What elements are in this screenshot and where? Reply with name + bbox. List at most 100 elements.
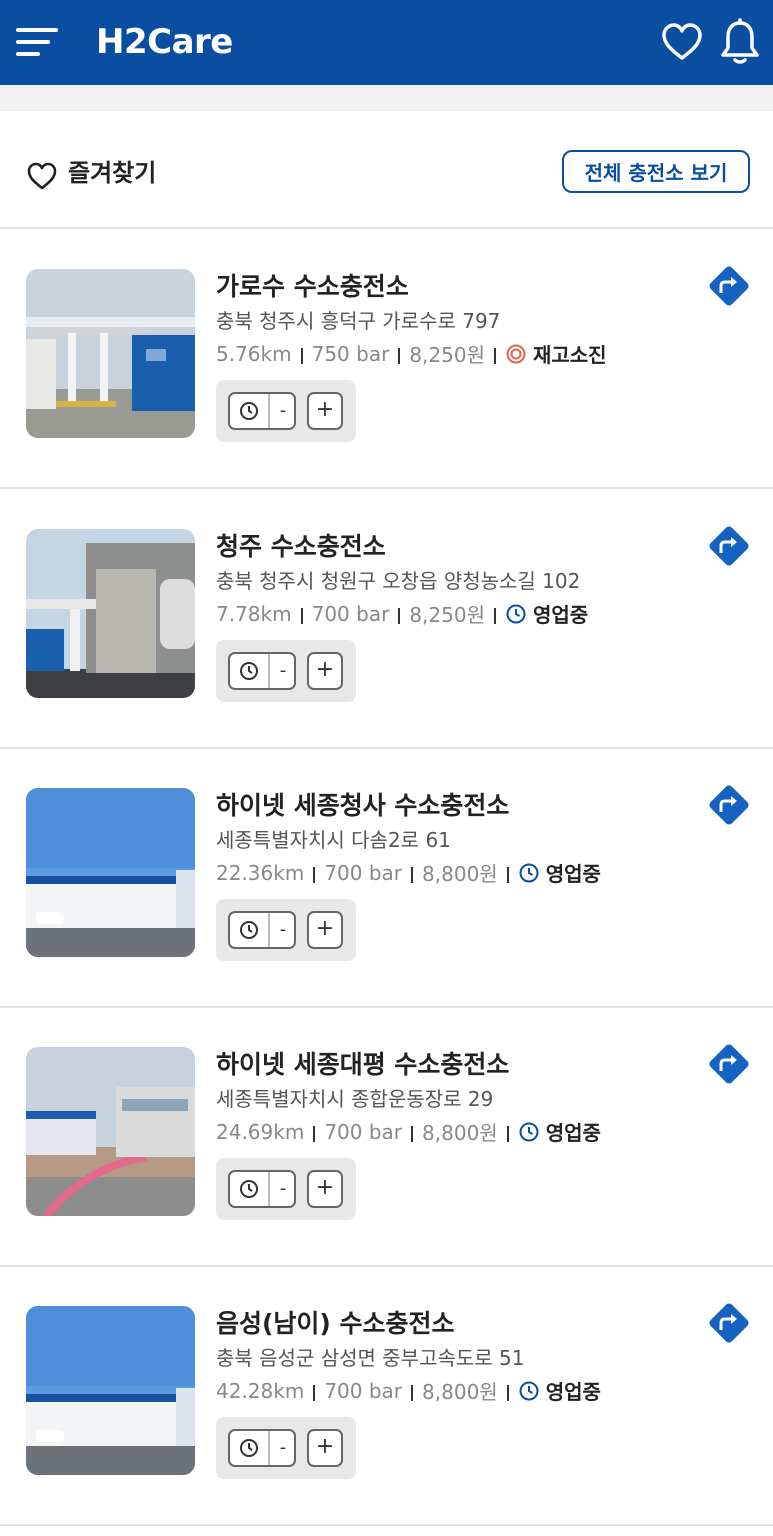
station-card[interactable]: 청주 수소충전소 충북 청주시 청원구 오창읍 양청농소길 102 7.78km… <box>0 489 773 749</box>
minus-button[interactable]: - <box>268 1431 296 1465</box>
station-card[interactable]: 하이넷 세종대평 수소충전소 세종특별자치시 종합운동장로 29 24.69km… <box>0 1007 773 1267</box>
station-address: 세종특별자치시 다솜2로 61 <box>216 828 451 852</box>
plus-button[interactable]: + <box>307 392 343 430</box>
station-name: 하이넷 세종대평 수소충전소 <box>216 1050 510 1079</box>
minus-button[interactable]: - <box>268 394 296 428</box>
station-meta: 5.76km 750 bar 8,250원 재고소진 <box>216 339 607 368</box>
station-distance: 42.28km <box>216 1378 305 1403</box>
station-address: 충북 청주시 청원구 오창읍 양청농소길 102 <box>216 569 581 593</box>
station-pressure: 700 bar <box>324 1378 403 1403</box>
schedule-stepper: - <box>228 652 296 690</box>
divider <box>313 1125 316 1142</box>
directions-icon[interactable] <box>706 523 752 569</box>
schedule-button[interactable] <box>230 394 268 428</box>
station-price: 8,800원 <box>422 1121 498 1145</box>
station-price: 8,250원 <box>409 603 485 627</box>
station-distance: 5.76km <box>216 341 292 366</box>
station-photo <box>26 1047 195 1216</box>
clock-icon <box>240 402 258 420</box>
clock-icon <box>506 604 526 623</box>
station-price: 8,250원 <box>409 343 485 367</box>
station-photo <box>26 269 195 438</box>
divider <box>313 1384 316 1401</box>
station-distance: 7.78km <box>216 601 292 626</box>
station-controls: - + <box>216 1158 356 1220</box>
station-name: 청주 수소충전소 <box>216 532 386 561</box>
bell-icon[interactable] <box>718 18 762 66</box>
schedule-button[interactable] <box>230 654 268 688</box>
clock-icon <box>519 1122 539 1141</box>
station-name: 음성(남이) 수소충전소 <box>216 1309 455 1338</box>
clock-icon <box>519 863 539 882</box>
divider <box>493 347 496 364</box>
station-status: 재고소진 <box>505 339 607 368</box>
station-pressure: 700 bar <box>311 601 390 626</box>
divider <box>506 866 509 883</box>
favorites-panel: 즐겨찾기 전체 충전소 보기 가로수 수소충전소 충북 청주시 흥덕구 가로수로… <box>0 111 773 1536</box>
plus-button[interactable]: + <box>307 911 343 949</box>
minus-button[interactable]: - <box>268 654 296 688</box>
station-meta: 24.69km 700 bar 8,800원 영업중 <box>216 1117 601 1146</box>
plus-button[interactable]: + <box>307 1170 343 1208</box>
divider <box>411 1384 414 1401</box>
station-distance: 24.69km <box>216 1119 305 1144</box>
favorites-header: 즐겨찾기 전체 충전소 보기 <box>0 111 773 229</box>
minus-button[interactable]: - <box>268 1172 296 1206</box>
hamburger-menu-icon[interactable] <box>16 28 60 58</box>
station-pressure: 700 bar <box>324 1119 403 1144</box>
app-logo: H2Care <box>96 22 233 62</box>
station-status-label: 영업중 <box>532 603 589 627</box>
out-of-stock-icon <box>506 344 526 363</box>
station-address: 세종특별자치시 종합운동장로 29 <box>216 1087 494 1111</box>
schedule-stepper: - <box>228 911 296 949</box>
station-status: 영업중 <box>505 599 588 628</box>
divider <box>398 607 401 624</box>
station-meta: 42.28km 700 bar 8,800원 영업중 <box>216 1376 601 1405</box>
station-photo <box>26 788 195 957</box>
station-pressure: 750 bar <box>311 341 390 366</box>
app-header: H2Care <box>0 0 773 85</box>
directions-icon[interactable] <box>706 1300 752 1346</box>
station-controls: - + <box>216 1417 356 1479</box>
clock-icon <box>240 662 258 680</box>
station-distance: 22.36km <box>216 860 305 885</box>
favorites-title: 즐겨찾기 <box>68 159 157 187</box>
schedule-stepper: - <box>228 1429 296 1467</box>
schedule-stepper: - <box>228 1170 296 1208</box>
heart-outline-icon <box>27 162 57 190</box>
station-address: 충북 음성군 삼성면 중부고속도로 51 <box>216 1346 525 1370</box>
schedule-button[interactable] <box>230 1431 268 1465</box>
schedule-button[interactable] <box>230 913 268 947</box>
station-meta: 22.36km 700 bar 8,800원 영업중 <box>216 858 601 887</box>
schedule-stepper: - <box>228 392 296 430</box>
view-all-stations-button[interactable]: 전체 충전소 보기 <box>562 150 750 193</box>
station-status: 영업중 <box>518 1117 601 1146</box>
clock-icon <box>519 1381 539 1400</box>
directions-icon[interactable] <box>706 263 752 309</box>
station-controls: - + <box>216 640 356 702</box>
plus-button[interactable]: + <box>307 1429 343 1467</box>
station-price: 8,800원 <box>422 1380 498 1404</box>
divider <box>398 347 401 364</box>
station-card[interactable]: 가로수 수소충전소 충북 청주시 흥덕구 가로수로 797 5.76km 750… <box>0 229 773 489</box>
clock-icon <box>240 921 258 939</box>
station-status-label: 재고소진 <box>532 343 607 367</box>
station-pressure: 700 bar <box>324 860 403 885</box>
heart-icon[interactable] <box>660 20 704 64</box>
plus-button[interactable]: + <box>307 652 343 690</box>
station-card[interactable]: 음성(남이) 수소충전소 충북 음성군 삼성면 중부고속도로 51 42.28k… <box>0 1266 773 1526</box>
divider <box>411 1125 414 1142</box>
station-status-label: 영업중 <box>545 1380 601 1404</box>
station-controls: - + <box>216 380 356 442</box>
clock-icon <box>240 1439 258 1457</box>
schedule-button[interactable] <box>230 1172 268 1206</box>
divider <box>411 866 414 883</box>
directions-icon[interactable] <box>706 1041 752 1087</box>
station-status-label: 영업중 <box>545 1121 601 1145</box>
station-meta: 7.78km 700 bar 8,250원 영업중 <box>216 599 588 628</box>
station-photo <box>26 529 195 698</box>
station-status: 영업중 <box>518 1376 601 1405</box>
directions-icon[interactable] <box>706 782 752 828</box>
minus-button[interactable]: - <box>268 913 296 947</box>
station-card[interactable]: 하이넷 세종청사 수소충전소 세종특별자치시 다솜2로 61 22.36km 7… <box>0 748 773 1008</box>
